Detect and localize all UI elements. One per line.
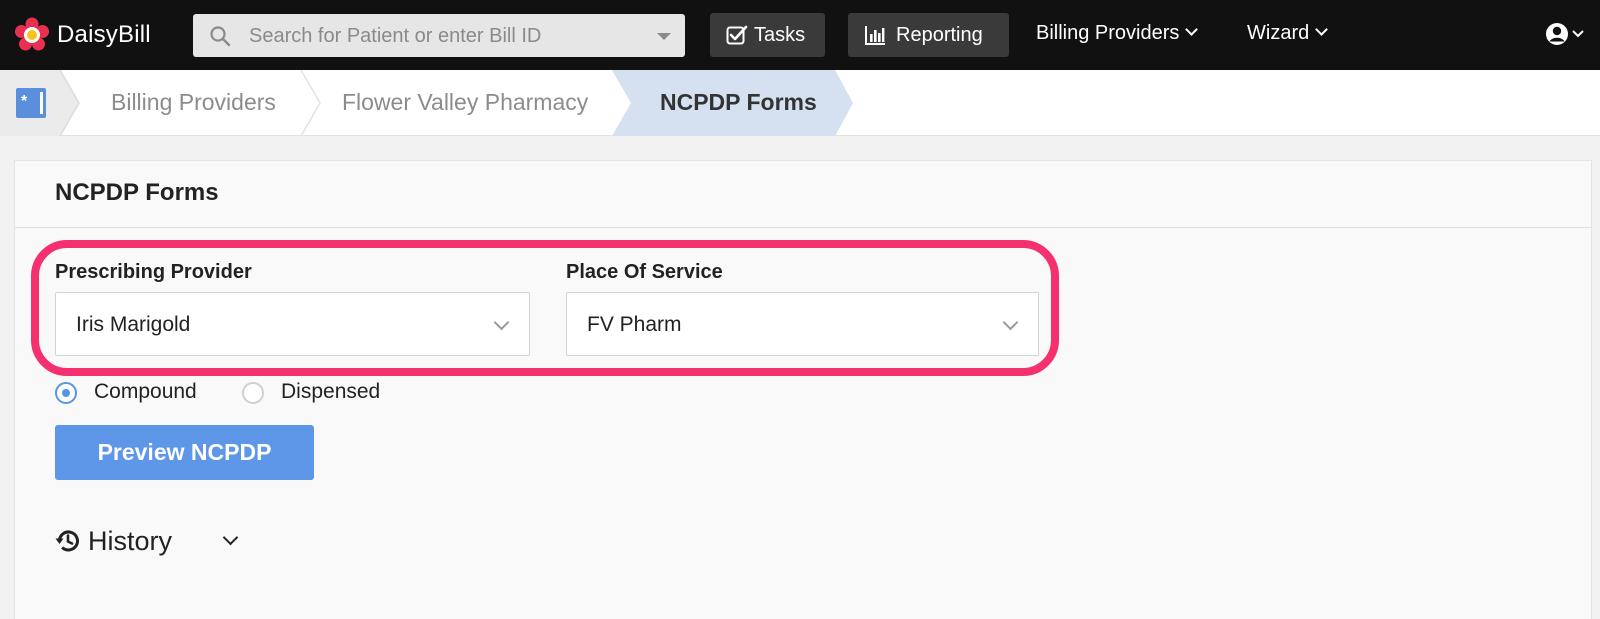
prescribing-provider-select[interactable]: Iris Marigold bbox=[55, 292, 530, 356]
daisy-logo-icon[interactable] bbox=[14, 17, 50, 53]
reporting-label: Reporting bbox=[896, 24, 983, 46]
tasks-label: Tasks bbox=[754, 24, 806, 46]
place-of-service-label: Place Of Service bbox=[566, 261, 723, 283]
preview-ncpdp-button[interactable]: Preview NCPDP bbox=[55, 425, 314, 480]
chevron-down-icon bbox=[493, 314, 510, 331]
search-icon bbox=[210, 26, 231, 47]
history-label: History bbox=[88, 526, 173, 556]
billing-providers-menu[interactable]: Billing Providers bbox=[1036, 22, 1199, 45]
reporting-button[interactable]: Reporting bbox=[848, 13, 1009, 57]
dispensed-radio[interactable] bbox=[242, 382, 264, 404]
prescribing-provider-label: Prescribing Provider bbox=[55, 261, 252, 283]
home-icon[interactable]: * bbox=[16, 88, 46, 118]
checkbox-icon bbox=[726, 25, 748, 45]
prescribing-provider-value: Iris Marigold bbox=[76, 313, 191, 336]
history-icon bbox=[55, 530, 79, 552]
chevron-down-icon bbox=[1002, 314, 1019, 331]
compound-radio[interactable] bbox=[55, 382, 77, 404]
search-input[interactable]: Search for Patient or enter Bill ID bbox=[249, 25, 541, 48]
breadcrumb-flower-valley-pharmacy[interactable]: Flower Valley Pharmacy bbox=[342, 89, 588, 116]
breadcrumb: * Billing Providers Flower Valley Pharma… bbox=[0, 70, 1600, 136]
page-title: NCPDP Forms bbox=[55, 179, 219, 206]
brand-name[interactable]: DaisyBill bbox=[57, 21, 151, 49]
place-of-service-select[interactable]: FV Pharm bbox=[566, 292, 1039, 356]
breadcrumb-billing-providers[interactable]: Billing Providers bbox=[111, 89, 276, 116]
user-circle-icon[interactable] bbox=[1544, 21, 1590, 49]
bar-chart-icon bbox=[865, 26, 885, 45]
dispensed-radio-label[interactable]: Dispensed bbox=[281, 380, 380, 404]
chevron-down-icon bbox=[1315, 23, 1329, 36]
compound-radio-label[interactable]: Compound bbox=[94, 380, 197, 404]
search-dropdown-caret-icon[interactable] bbox=[657, 33, 671, 40]
place-of-service-value: FV Pharm bbox=[587, 313, 682, 336]
chevron-down-icon bbox=[1185, 23, 1199, 36]
tasks-button[interactable]: Tasks bbox=[710, 13, 825, 57]
panel-divider bbox=[15, 227, 1591, 228]
top-navbar: DaisyBill Search for Patient or enter Bi… bbox=[0, 0, 1600, 70]
wizard-menu[interactable]: Wizard bbox=[1247, 22, 1329, 45]
wizard-label: Wizard bbox=[1247, 22, 1310, 44]
breadcrumb-ncpdp-forms: NCPDP Forms bbox=[660, 89, 817, 115]
search-bar[interactable]: Search for Patient or enter Bill ID bbox=[193, 14, 685, 57]
billing-providers-label: Billing Providers bbox=[1036, 22, 1180, 44]
